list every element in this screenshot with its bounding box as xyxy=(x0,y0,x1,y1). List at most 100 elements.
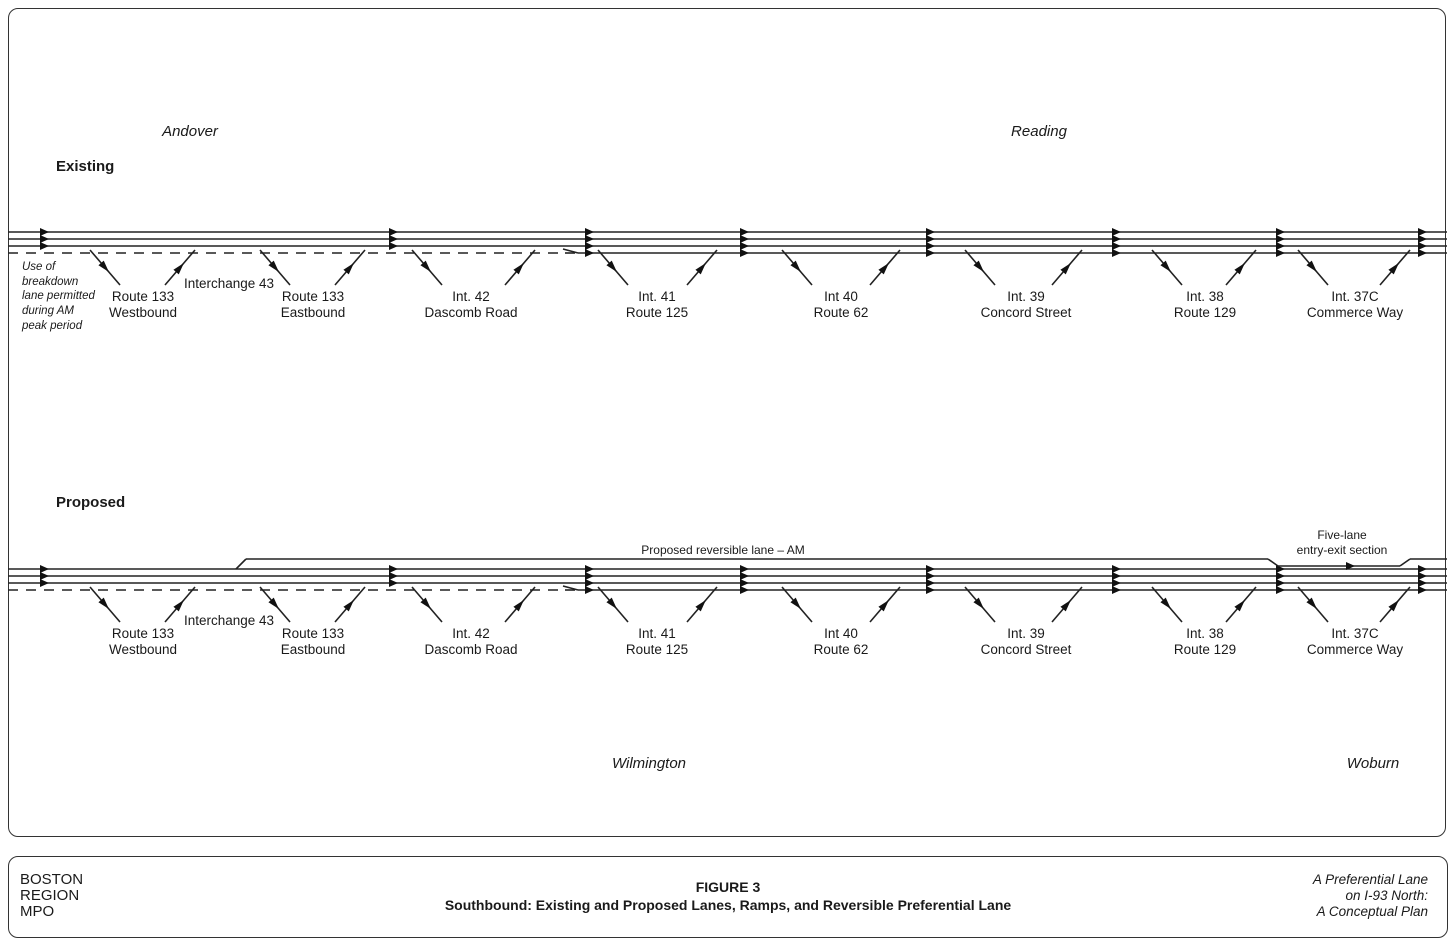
proposed-direction-arrow xyxy=(926,586,935,594)
existing-direction-arrow xyxy=(926,235,935,243)
existing-direction-arrow xyxy=(926,228,935,236)
existing-direction-arrow xyxy=(1276,249,1285,257)
proposed-direction-arrow xyxy=(1418,579,1427,587)
interchange-road: Commerce Way xyxy=(1306,305,1404,320)
existing-direction-arrow xyxy=(1276,235,1285,243)
interchange-name: Int. 39 xyxy=(1007,289,1045,304)
proposed-interchange-label: Route 133 Eastbound xyxy=(281,626,346,658)
interchange-road: Westbound xyxy=(108,305,178,320)
proposed-interchange-label: Int. 39 Concord Street xyxy=(981,626,1072,658)
proposed-direction-arrow xyxy=(1276,572,1285,580)
interchange-road: Route 129 xyxy=(1173,305,1237,320)
interchange-name: Int. 38 xyxy=(1186,289,1224,304)
proposed-direction-arrow xyxy=(389,565,398,573)
existing-direction-arrow xyxy=(40,242,49,250)
existing-direction-arrow xyxy=(926,249,935,257)
proposed-direction-arrow xyxy=(40,565,49,573)
interchange-road: Route 62 xyxy=(813,305,869,320)
existing-direction-arrow xyxy=(740,242,749,250)
reversible-lane-label: Proposed reversible lane – AM xyxy=(641,543,805,557)
interchange-name: Int. 41 xyxy=(638,289,676,304)
proposed-direction-arrow xyxy=(1418,565,1427,573)
proposed-direction-arrow xyxy=(926,572,935,580)
interchange-name: Route 133 xyxy=(111,626,175,641)
existing-direction-arrow xyxy=(1276,228,1285,236)
interchange-43-label-proposed: Interchange 43 xyxy=(183,613,275,628)
existing-direction-arrow xyxy=(40,228,49,236)
existing-direction-arrow xyxy=(389,228,398,236)
interchange-road: Dascomb Road xyxy=(424,305,518,320)
org-name: BOSTON REGION MPO xyxy=(20,871,84,920)
interchange-road: Westbound xyxy=(108,642,178,657)
proposed-direction-arrow xyxy=(585,586,594,594)
town-wilmington: Wilmington xyxy=(611,755,687,772)
proposed-reversible-lane-reentry xyxy=(1399,558,1411,567)
proposed-direction-arrow xyxy=(1418,572,1427,580)
interchange-road: Route 62 xyxy=(813,642,869,657)
proposed-interchange-label: Route 133 Westbound xyxy=(109,626,177,658)
proposed-interchange-label: Int. 42 Dascomb Road xyxy=(424,626,517,658)
existing-interchange-label: Int. 37C Commerce Way xyxy=(1307,289,1403,321)
proposed-direction-arrow xyxy=(740,586,749,594)
figure-caption: Southbound: Existing and Proposed Lanes,… xyxy=(444,897,1012,913)
proposed-direction-arrow xyxy=(740,579,749,587)
existing-direction-arrow xyxy=(585,249,594,257)
existing-interchange-label: Int. 38 Route 129 xyxy=(1174,289,1236,321)
existing-direction-arrow xyxy=(585,228,594,236)
existing-interchange-label: Route 133 Eastbound xyxy=(281,289,346,321)
section-proposed-title: Proposed xyxy=(56,494,126,511)
interchange-road: Dascomb Road xyxy=(424,642,518,657)
proposed-direction-arrow xyxy=(585,579,594,587)
interchange-name: Int 40 xyxy=(824,289,858,304)
existing-direction-arrow xyxy=(585,242,594,250)
five-lane-section-label: Five-lane entry-exit section xyxy=(1296,528,1388,557)
existing-direction-arrow xyxy=(1418,228,1427,236)
existing-direction-arrow xyxy=(1418,249,1427,257)
interchange-road: Eastbound xyxy=(280,305,346,320)
proposed-direction-arrow xyxy=(740,565,749,573)
figure-title: FIGURE 3 Southbound: Existing and Propos… xyxy=(445,878,1011,914)
existing-direction-arrow xyxy=(1112,249,1121,257)
existing-interchange-label: Int. 42 Dascomb Road xyxy=(424,289,517,321)
proposed-direction-arrow xyxy=(585,565,594,573)
proposed-direction-arrow xyxy=(1112,586,1121,594)
interchange-name: Route 133 xyxy=(281,289,345,304)
proposed-direction-arrow xyxy=(926,579,935,587)
town-andover: Andover xyxy=(162,123,218,140)
proposed-direction-arrow xyxy=(1276,579,1285,587)
interchange-name: Int. 39 xyxy=(1007,626,1045,641)
existing-direction-arrow xyxy=(389,235,398,243)
proposed-interchange-label: Int. 41 Route 125 xyxy=(626,626,688,658)
existing-direction-arrow xyxy=(926,242,935,250)
lane-diagram xyxy=(8,228,1447,623)
breakdown-lane-note: Use of breakdown lane permitted during A… xyxy=(22,261,95,332)
interchange-name: Route 133 xyxy=(111,289,175,304)
town-reading: Reading xyxy=(1011,123,1067,140)
proposed-direction-arrow xyxy=(926,565,935,573)
interchange-road: Route 125 xyxy=(625,305,689,320)
existing-direction-arrow xyxy=(1418,242,1427,250)
interchange-road: Route 129 xyxy=(1173,642,1237,657)
interchange-name: Int. 37C xyxy=(1331,289,1379,304)
town-woburn: Woburn xyxy=(1346,755,1400,772)
interchange-road: Concord Street xyxy=(980,305,1072,320)
existing-direction-arrow xyxy=(585,235,594,243)
interchange-road: Commerce Way xyxy=(1306,642,1404,657)
existing-direction-arrow xyxy=(389,242,398,250)
interchange-name: Int. 42 xyxy=(452,626,490,641)
interchange-road: Concord Street xyxy=(980,642,1072,657)
existing-direction-arrow xyxy=(1276,242,1285,250)
proposed-direction-arrow xyxy=(389,579,398,587)
existing-direction-arrow xyxy=(1112,235,1121,243)
existing-interchange-label: Route 133 Westbound xyxy=(109,289,177,321)
proposed-interchange-label: Int 40 Route 62 xyxy=(814,626,869,658)
proposed-direction-arrow xyxy=(740,572,749,580)
proposed-direction-arrow xyxy=(40,572,49,580)
proposed-direction-arrow xyxy=(40,579,49,587)
existing-direction-arrow xyxy=(40,235,49,243)
existing-direction-arrow xyxy=(740,249,749,257)
existing-direction-arrow xyxy=(1112,228,1121,236)
interchange-name: Int 40 xyxy=(824,626,858,641)
existing-interchange-label: Int. 41 Route 125 xyxy=(626,289,688,321)
proposed-direction-arrow xyxy=(1112,565,1121,573)
